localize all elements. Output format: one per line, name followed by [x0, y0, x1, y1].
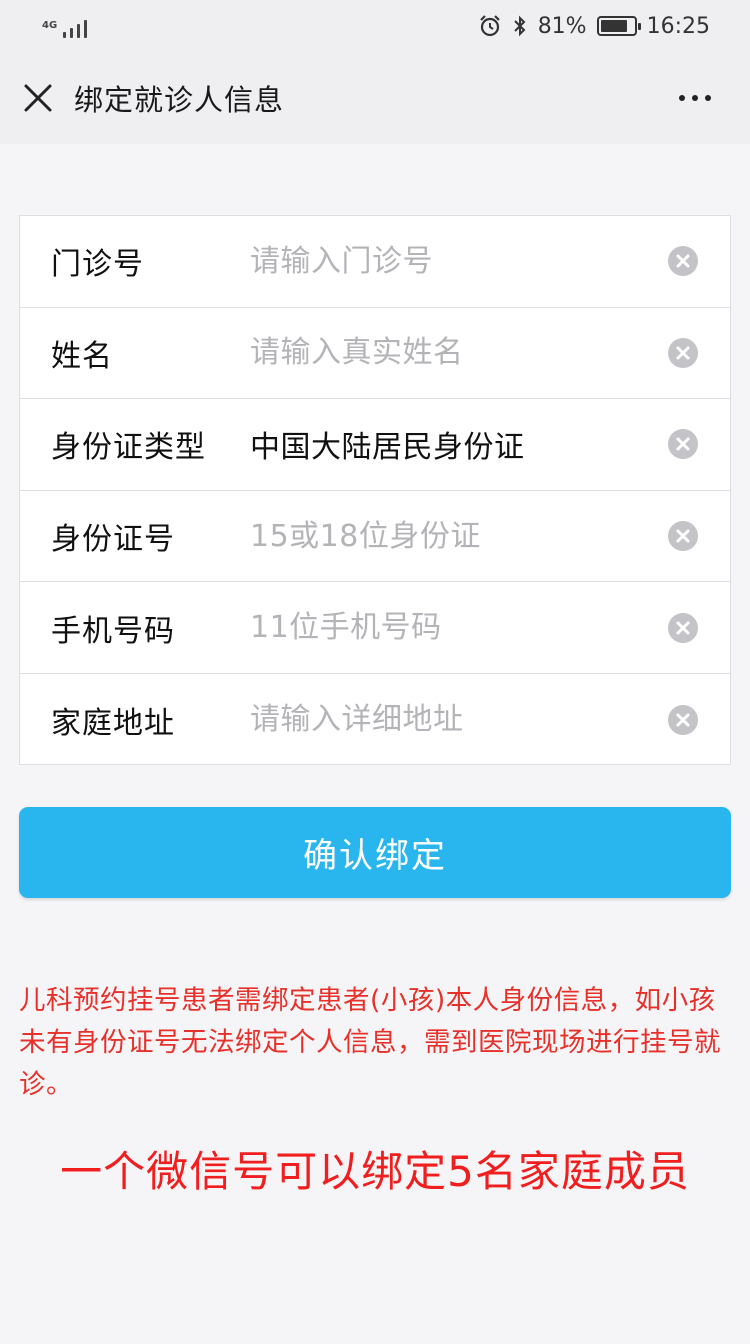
clear-icon[interactable]: [668, 246, 698, 277]
name-input[interactable]: [250, 322, 658, 383]
outpatient-number-input[interactable]: [250, 231, 658, 292]
page-title: 绑定就诊人信息: [74, 83, 285, 117]
more-options-button[interactable]: [670, 82, 720, 114]
outpatient-number-label: 门诊号: [51, 247, 144, 283]
form-row-outpatient-number: 门诊号: [20, 216, 730, 308]
clear-icon[interactable]: [668, 521, 698, 552]
signal-icon: 4G: [42, 14, 88, 38]
family-limit-headline: 一个微信号可以绑定5名家庭成员: [60, 1147, 690, 1196]
form-row-name: 姓名: [20, 308, 730, 400]
bluetooth-icon: [513, 15, 526, 37]
battery-icon: [596, 16, 641, 36]
form-row-id-type: 身份证类型: [20, 399, 730, 491]
id-type-label: 身份证类型: [51, 430, 206, 466]
phone-label: 手机号码: [51, 613, 175, 649]
address-label: 家庭地址: [51, 705, 175, 741]
phone-input[interactable]: [250, 597, 658, 658]
battery-percent: 81%: [537, 13, 587, 39]
network-type: 4G: [42, 20, 58, 31]
id-type-input[interactable]: [250, 414, 658, 475]
clock-time: 16:25: [646, 13, 710, 39]
more-dots-icon: [679, 95, 685, 101]
close-button[interactable]: [0, 52, 78, 144]
alarm-icon: [479, 15, 500, 37]
patient-info-form: 门诊号 姓名 身份证类型 身份证号 手机号码: [19, 215, 731, 765]
clear-icon[interactable]: [668, 704, 698, 735]
form-row-address: 家庭地址: [20, 674, 730, 766]
status-bar: 4G 81% 16:25: [0, 0, 750, 52]
id-number-input[interactable]: [250, 506, 658, 567]
name-label: 姓名: [51, 338, 113, 374]
clear-icon[interactable]: [668, 612, 698, 643]
clear-icon[interactable]: [668, 429, 698, 460]
pediatric-notice: 儿科预约挂号患者需绑定患者(小孩)本人身份信息，如小孩未有身份证号无法绑定个人信…: [19, 985, 721, 1100]
form-row-id-number: 身份证号: [20, 491, 730, 583]
confirm-bind-button[interactable]: 确认绑定: [19, 807, 731, 898]
close-icon: [24, 84, 52, 112]
clear-icon[interactable]: [668, 337, 698, 368]
nav-bar: 绑定就诊人信息: [0, 52, 750, 144]
id-number-label: 身份证号: [51, 522, 175, 558]
address-input[interactable]: [250, 689, 658, 750]
form-row-phone: 手机号码: [20, 582, 730, 674]
